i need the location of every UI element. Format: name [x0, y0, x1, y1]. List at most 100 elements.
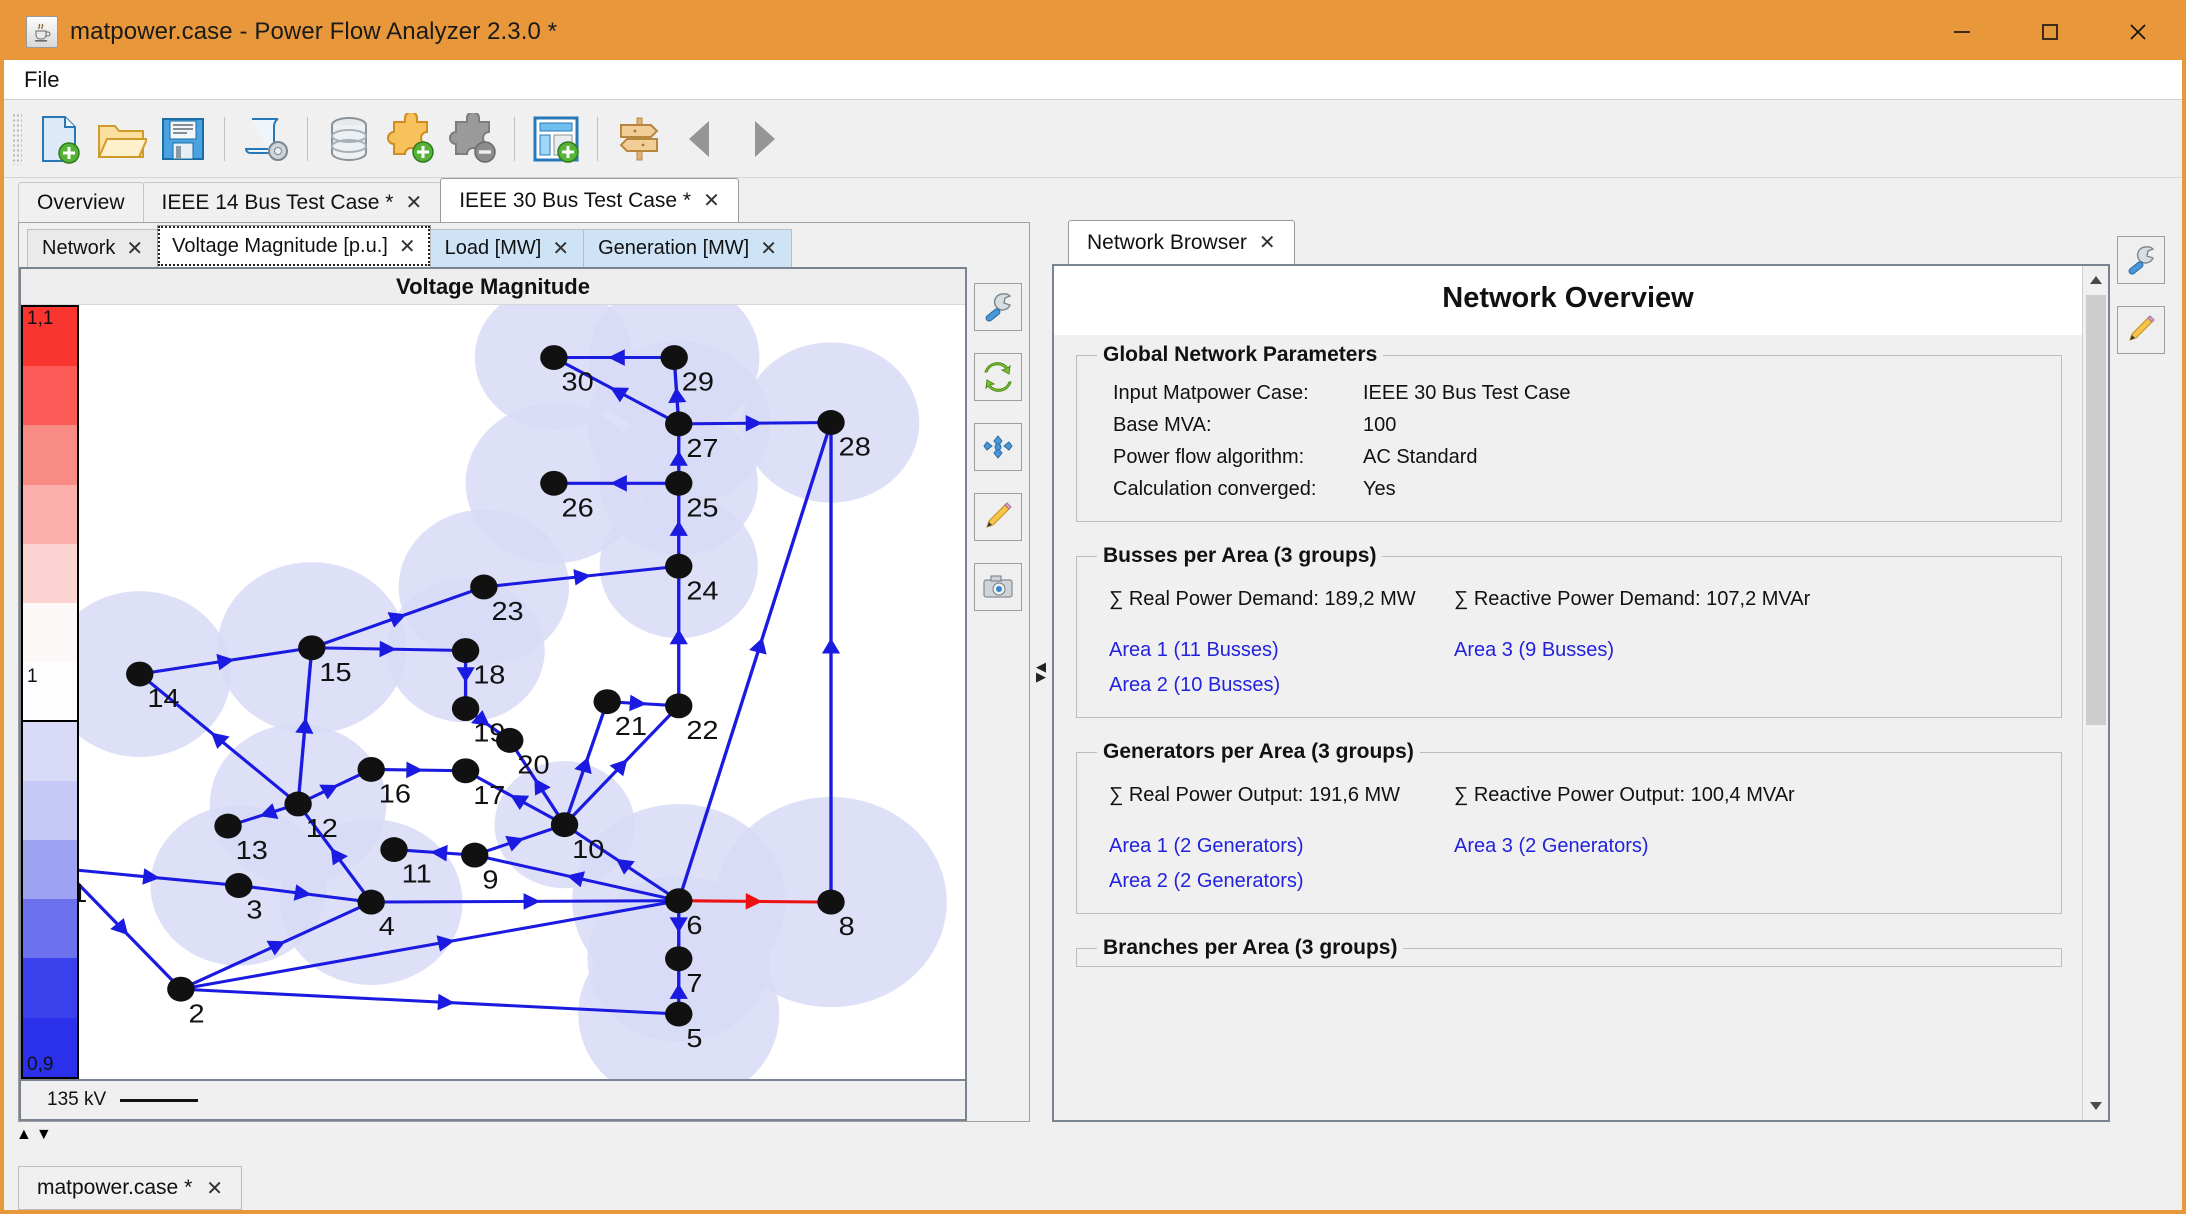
maximize-button[interactable] — [2006, 4, 2094, 60]
branch-flow-arrow — [573, 569, 592, 586]
close-icon[interactable]: ✕ — [703, 188, 720, 213]
bus-label: 23 — [491, 596, 523, 625]
add-view-button[interactable] — [525, 108, 587, 170]
bus-label: 17 — [473, 780, 505, 809]
tab-label: Load [MW] — [444, 237, 542, 259]
collapse-down-icon[interactable]: ▼ — [36, 1126, 52, 1144]
open-case-button[interactable] — [90, 108, 152, 170]
scroll-thumb[interactable] — [2085, 295, 2106, 725]
tab-label: Generation [MW] — [598, 237, 750, 259]
network-canvas-container: Voltage Magnitude 1 2 3 4 5 6 7 8 9 10 11 12 13 14 15 1… — [19, 267, 967, 1121]
tab-label: Voltage Magnitude [p.u.] — [172, 235, 388, 257]
back-button[interactable] — [670, 108, 732, 170]
new-case-button[interactable] — [28, 108, 90, 170]
link-area-3-busses[interactable]: Area 3 (9 Busses) — [1454, 639, 1614, 662]
scroll-track[interactable] — [2085, 291, 2106, 1095]
branch-flow-arrow — [523, 893, 541, 910]
tab-ieee-14-bus-test-case[interactable]: IEEE 14 Bus Test Case * ✕ — [142, 182, 442, 222]
param-row: Power flow algorithm: AC Standard — [1113, 446, 2041, 469]
legend-band — [23, 958, 77, 1018]
link-area-1-busses[interactable]: Area 1 (11 Busses) — [1109, 639, 1454, 662]
signpost-button[interactable] — [608, 108, 670, 170]
close-icon[interactable]: ✕ — [760, 236, 777, 261]
tab-ieee-30-bus-test-case[interactable]: IEEE 30 Bus Test Case * ✕ — [440, 178, 739, 222]
reactive-power-demand: ∑ Reactive Power Demand: 107,2 MVAr — [1454, 588, 1811, 610]
bus-label: 20 — [517, 750, 549, 779]
legend-band — [23, 899, 77, 959]
status-tab-matpower-case[interactable]: matpower.case * ✕ — [18, 1166, 243, 1210]
bus-label: 27 — [686, 433, 718, 462]
param-key: Input Matpower Case: — [1113, 382, 1309, 404]
tab-generation-mw[interactable]: Generation [MW] ✕ — [583, 229, 793, 267]
bus-label: 7 — [686, 968, 702, 997]
area-links-row: Area 1 (11 Busses) Area 2 (10 Busses) Ar… — [1109, 625, 2041, 697]
status-bar: matpower.case * ✕ — [4, 1148, 2182, 1210]
bus-label: 16 — [379, 779, 411, 808]
diagram-pane: Network ✕ Voltage Magnitude [p.u.] ✕ Loa… — [18, 222, 1030, 1122]
save-case-button[interactable] — [152, 108, 214, 170]
scroll-down-icon[interactable] — [2085, 1095, 2107, 1117]
run-script-button[interactable] — [235, 108, 297, 170]
edit-pencil-button[interactable] — [974, 493, 1022, 541]
param-key: Calculation converged: — [1113, 478, 1317, 500]
menu-item-file[interactable]: File — [8, 65, 75, 95]
application-window: matpower.case - Power Flow Analyzer 2.3.… — [0, 0, 2186, 1214]
link-area-1-generators[interactable]: Area 1 (2 Generators) — [1109, 835, 1454, 858]
close-button[interactable] — [2094, 4, 2182, 60]
screenshot-button[interactable] — [974, 563, 1022, 611]
layout-button[interactable] — [974, 423, 1022, 471]
bus-label: 21 — [615, 711, 647, 740]
add-plugin-button[interactable] — [380, 108, 442, 170]
link-area-3-generators[interactable]: Area 3 (2 Generators) — [1454, 835, 1649, 858]
browser-tab-bar: Network Browser ✕ — [1052, 220, 2110, 264]
toolbar-separator — [514, 116, 515, 161]
real-power-output: ∑ Real Power Output: 191,6 MW — [1109, 784, 1401, 806]
branch-flow-arrow — [406, 761, 424, 779]
network-diagram[interactable]: 1 2 3 4 5 6 7 8 9 10 11 12 13 14 15 16 17 18 19 20 21 22 23 24 2… — [21, 305, 965, 1079]
splitter-right-arrow[interactable]: ▶ — [1036, 670, 1046, 684]
close-icon[interactable]: ✕ — [126, 236, 143, 261]
browser-pane: Network Browser ✕ Network Overview Globa… — [1052, 220, 2110, 1122]
browser-content: Global Network Parameters Input Matpower… — [1054, 335, 2082, 1120]
network-graph[interactable]: 12345678910111213141516 1718192021 2223242… — [21, 305, 965, 1079]
tab-label: IEEE 14 Bus Test Case * — [161, 190, 394, 214]
browser-edit-button[interactable] — [2117, 306, 2165, 354]
minimize-button[interactable] — [1918, 4, 2006, 60]
tab-label: Network — [42, 237, 116, 259]
refresh-button[interactable] — [974, 353, 1022, 401]
database-button[interactable] — [318, 108, 380, 170]
scale-line — [120, 1098, 199, 1102]
legend-band — [23, 425, 77, 485]
group-legend: Global Network Parameters — [1103, 343, 1378, 366]
remove-plugin-button[interactable] — [442, 108, 504, 170]
main-split: Network ✕ Voltage Magnitude [p.u.] ✕ Loa… — [4, 220, 2182, 1122]
pane-splitter[interactable]: ◀ ▶ — [1030, 222, 1052, 1122]
bus-label: 30 — [562, 367, 594, 396]
tab-voltage-magnitude[interactable]: Voltage Magnitude [p.u.] ✕ — [157, 225, 431, 267]
forward-button[interactable] — [732, 108, 794, 170]
close-icon[interactable]: ✕ — [206, 1176, 223, 1201]
tab-overview[interactable]: Overview — [18, 182, 144, 222]
menu-bar: File — [4, 60, 2182, 100]
bus-label: 8 — [839, 911, 855, 940]
link-area-2-generators[interactable]: Area 2 (2 Generators) — [1109, 870, 1454, 893]
toolbar-grip[interactable] — [12, 112, 22, 165]
legend-max-label: 1,1 — [27, 308, 54, 329]
tab-network-browser[interactable]: Network Browser ✕ — [1068, 220, 1295, 264]
close-icon[interactable]: ✕ — [1259, 230, 1276, 255]
scale-label: 135 kV — [47, 1089, 107, 1110]
tab-load-mw[interactable]: Load [MW] ✕ — [429, 229, 585, 267]
close-icon[interactable]: ✕ — [552, 236, 569, 261]
settings-wrench-button[interactable] — [974, 283, 1022, 331]
collapse-up-icon[interactable]: ▲ — [16, 1126, 32, 1144]
branch-flow-arrow — [749, 637, 767, 655]
link-area-2-busses[interactable]: Area 2 (10 Busses) — [1109, 674, 1454, 697]
browser-scrollbar[interactable] — [2082, 266, 2108, 1120]
scroll-up-icon[interactable] — [2085, 269, 2107, 291]
branch-flow-arrow — [821, 638, 841, 654]
browser-settings-button[interactable] — [2117, 236, 2165, 284]
main-toolbar — [4, 100, 2182, 178]
close-icon[interactable]: ✕ — [399, 234, 416, 259]
close-icon[interactable]: ✕ — [405, 190, 422, 215]
tab-network[interactable]: Network ✕ — [27, 229, 159, 267]
